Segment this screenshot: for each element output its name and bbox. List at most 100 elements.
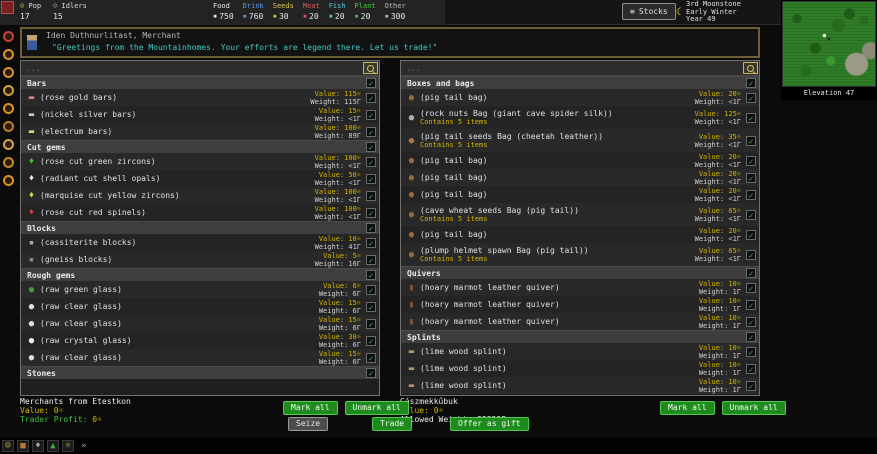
item-checkbox[interactable]: ✓ [746,364,756,374]
alert-icon[interactable] [3,157,14,168]
item-checkbox[interactable]: ✓ [746,136,756,146]
item-row[interactable]: ▬(lime wood splint)Value: 10☼Weight: 1Γ✓ [401,343,759,360]
item-checkbox[interactable]: ✓ [746,156,756,166]
item-row[interactable]: ●(pig tail bag)Value: 20☼Weight: <1Γ✓ [401,89,759,106]
item-checkbox[interactable]: ✓ [366,238,376,248]
alert-icon[interactable] [3,139,14,150]
item-checkbox[interactable]: ✓ [366,255,376,265]
item-row[interactable]: ●(rock nuts Bag (giant cave spider silk)… [401,106,759,129]
item-row[interactable]: ●(pig tail seeds Bag (cheetah leather))C… [401,129,759,152]
seize-button[interactable]: Seize [288,417,328,431]
item-row[interactable]: ▬(lime wood splint)Value: 10☼Weight: 1Γ✓ [401,360,759,377]
search-input[interactable] [406,62,706,74]
item-row[interactable]: ▮(hoary marmot leather quiver)Value: 10☼… [401,279,759,296]
unmark-all-button-left[interactable]: Unmark all [345,401,409,415]
item-row[interactable]: ♦(rose cut red spinels)Value: 100☼Weight… [21,204,379,221]
item-row[interactable]: ●(pig tail bag)Value: 20☼Weight: <1Γ✓ [401,169,759,186]
toolbar-icon-3[interactable]: ♦ [32,440,44,452]
category-header[interactable]: Cut gems✓ [21,140,379,153]
category-header[interactable]: Stones✓ [21,366,379,379]
item-checkbox[interactable]: ✓ [746,317,756,327]
item-checkbox[interactable]: ✓ [746,113,756,123]
item-checkbox[interactable]: ✓ [366,270,376,280]
item-row[interactable]: ▪(cassiterite blocks)Value: 10☼Weight: 4… [21,234,379,251]
item-row[interactable]: ●(raw clear glass)Value: 15☼Weight: 6Γ✓ [21,298,379,315]
mark-all-button-right[interactable]: Mark all [660,401,715,415]
item-checkbox[interactable]: ✓ [366,93,376,103]
category-header[interactable]: Boxes and bags✓ [401,76,759,89]
item-row[interactable]: ▮(hoary marmot leather quiver)Value: 10☼… [401,313,759,330]
item-checkbox[interactable]: ✓ [366,191,376,201]
mark-all-button-left[interactable]: Mark all [283,401,338,415]
item-row[interactable]: ●(cave wheat seeds Bag (pig tail))Contai… [401,203,759,226]
item-row[interactable]: ▪(gneiss blocks)Value: 5☼Weight: 16Γ✓ [21,251,379,268]
item-checkbox[interactable]: ✓ [366,285,376,295]
item-checkbox[interactable]: ✓ [746,332,756,342]
item-row[interactable]: ●(plump helmet spawn Bag (pig tail))Cont… [401,243,759,266]
item-row[interactable]: ●(raw crystal glass)Value: 30☼Weight: 6Γ… [21,332,379,349]
alert-icon[interactable] [3,67,14,78]
toolbar-icon-5[interactable]: ☼ [62,440,74,452]
item-checkbox[interactable]: ✓ [366,336,376,346]
offer-gift-button[interactable]: Offer as gift [450,417,529,431]
alert-icon[interactable] [3,85,14,96]
item-checkbox[interactable]: ✓ [366,157,376,167]
minimap[interactable] [782,1,876,87]
item-row[interactable]: ●(raw green glass)Value: 6☼Weight: 6Γ✓ [21,281,379,298]
item-checkbox[interactable]: ✓ [366,353,376,363]
item-row[interactable]: ♦(marquise cut yellow zircons)Value: 100… [21,187,379,204]
item-row[interactable]: ●(pig tail bag)Value: 20☼Weight: <1Γ✓ [401,152,759,169]
item-row[interactable]: ▬(electrum bars)Value: 100☼Weight: 89Γ✓ [21,123,379,140]
alert-icon[interactable] [3,121,14,132]
item-checkbox[interactable]: ✓ [746,230,756,240]
alert-icon[interactable] [3,103,14,114]
item-checkbox[interactable]: ✓ [746,347,756,357]
search-input[interactable] [26,62,326,74]
item-checkbox[interactable]: ✓ [366,208,376,218]
alert-icon[interactable] [3,31,14,42]
item-row[interactable]: ▬(lime wood splint)Value: 10☼Weight: 1Γ✓ [401,377,759,394]
alert-icon[interactable] [3,175,14,186]
item-checkbox[interactable]: ✓ [366,110,376,120]
search-icon[interactable] [743,62,758,74]
stocks-button[interactable]: ≡ Stocks [622,3,676,20]
item-checkbox[interactable]: ✓ [366,127,376,137]
item-checkbox[interactable]: ✓ [366,223,376,233]
item-checkbox[interactable]: ✓ [746,381,756,391]
category-header[interactable]: Quivers✓ [401,266,759,279]
category-header[interactable]: Bars✓ [21,76,379,89]
item-checkbox[interactable]: ✓ [746,78,756,88]
item-checkbox[interactable]: ✓ [746,283,756,293]
item-checkbox[interactable]: ✓ [746,210,756,220]
item-checkbox[interactable]: ✓ [366,174,376,184]
category-header[interactable]: Splints✓ [401,330,759,343]
toolbar-icon-4[interactable]: ▲ [47,440,59,452]
item-checkbox[interactable]: ✓ [366,302,376,312]
item-checkbox[interactable]: ✓ [746,300,756,310]
item-row[interactable]: ♦(rose cut green zircons)Value: 100☼Weig… [21,153,379,170]
toolbar-icon-1[interactable]: ☺ [2,440,14,452]
item-checkbox[interactable]: ✓ [366,319,376,329]
trade-button[interactable]: Trade [372,417,412,431]
toolbar-icon-2[interactable]: ■ [17,440,29,452]
item-row[interactable]: ●(raw clear glass)Value: 15☼Weight: 6Γ✓ [21,349,379,366]
item-checkbox[interactable]: ✓ [746,250,756,260]
item-checkbox[interactable]: ✓ [746,93,756,103]
item-row[interactable]: ▮(hoary marmot leather quiver)Value: 10☼… [401,296,759,313]
category-header[interactable]: Blocks✓ [21,221,379,234]
alert-icon[interactable] [3,49,14,60]
item-row[interactable]: ▬(nickel silver bars)Value: 15☼Weight: <… [21,106,379,123]
item-checkbox[interactable]: ✓ [366,368,376,378]
search-icon[interactable] [363,62,378,74]
alert-corner-icon[interactable] [1,1,14,14]
unmark-all-button-right[interactable]: Unmark all [722,401,786,415]
item-checkbox[interactable]: ✓ [366,142,376,152]
item-row[interactable]: ●(pig tail bag)Value: 20☼Weight: <1Γ✓ [401,186,759,203]
item-checkbox[interactable]: ✓ [366,78,376,88]
item-row[interactable]: ●(raw clear glass)Value: 15☼Weight: 6Γ✓ [21,315,379,332]
item-checkbox[interactable]: ✓ [746,268,756,278]
item-row[interactable]: ▬(rose gold bars)Value: 115☼Weight: 115Γ… [21,89,379,106]
toolbar-expand-icon[interactable]: » [81,441,86,451]
item-checkbox[interactable]: ✓ [746,190,756,200]
item-checkbox[interactable]: ✓ [746,173,756,183]
